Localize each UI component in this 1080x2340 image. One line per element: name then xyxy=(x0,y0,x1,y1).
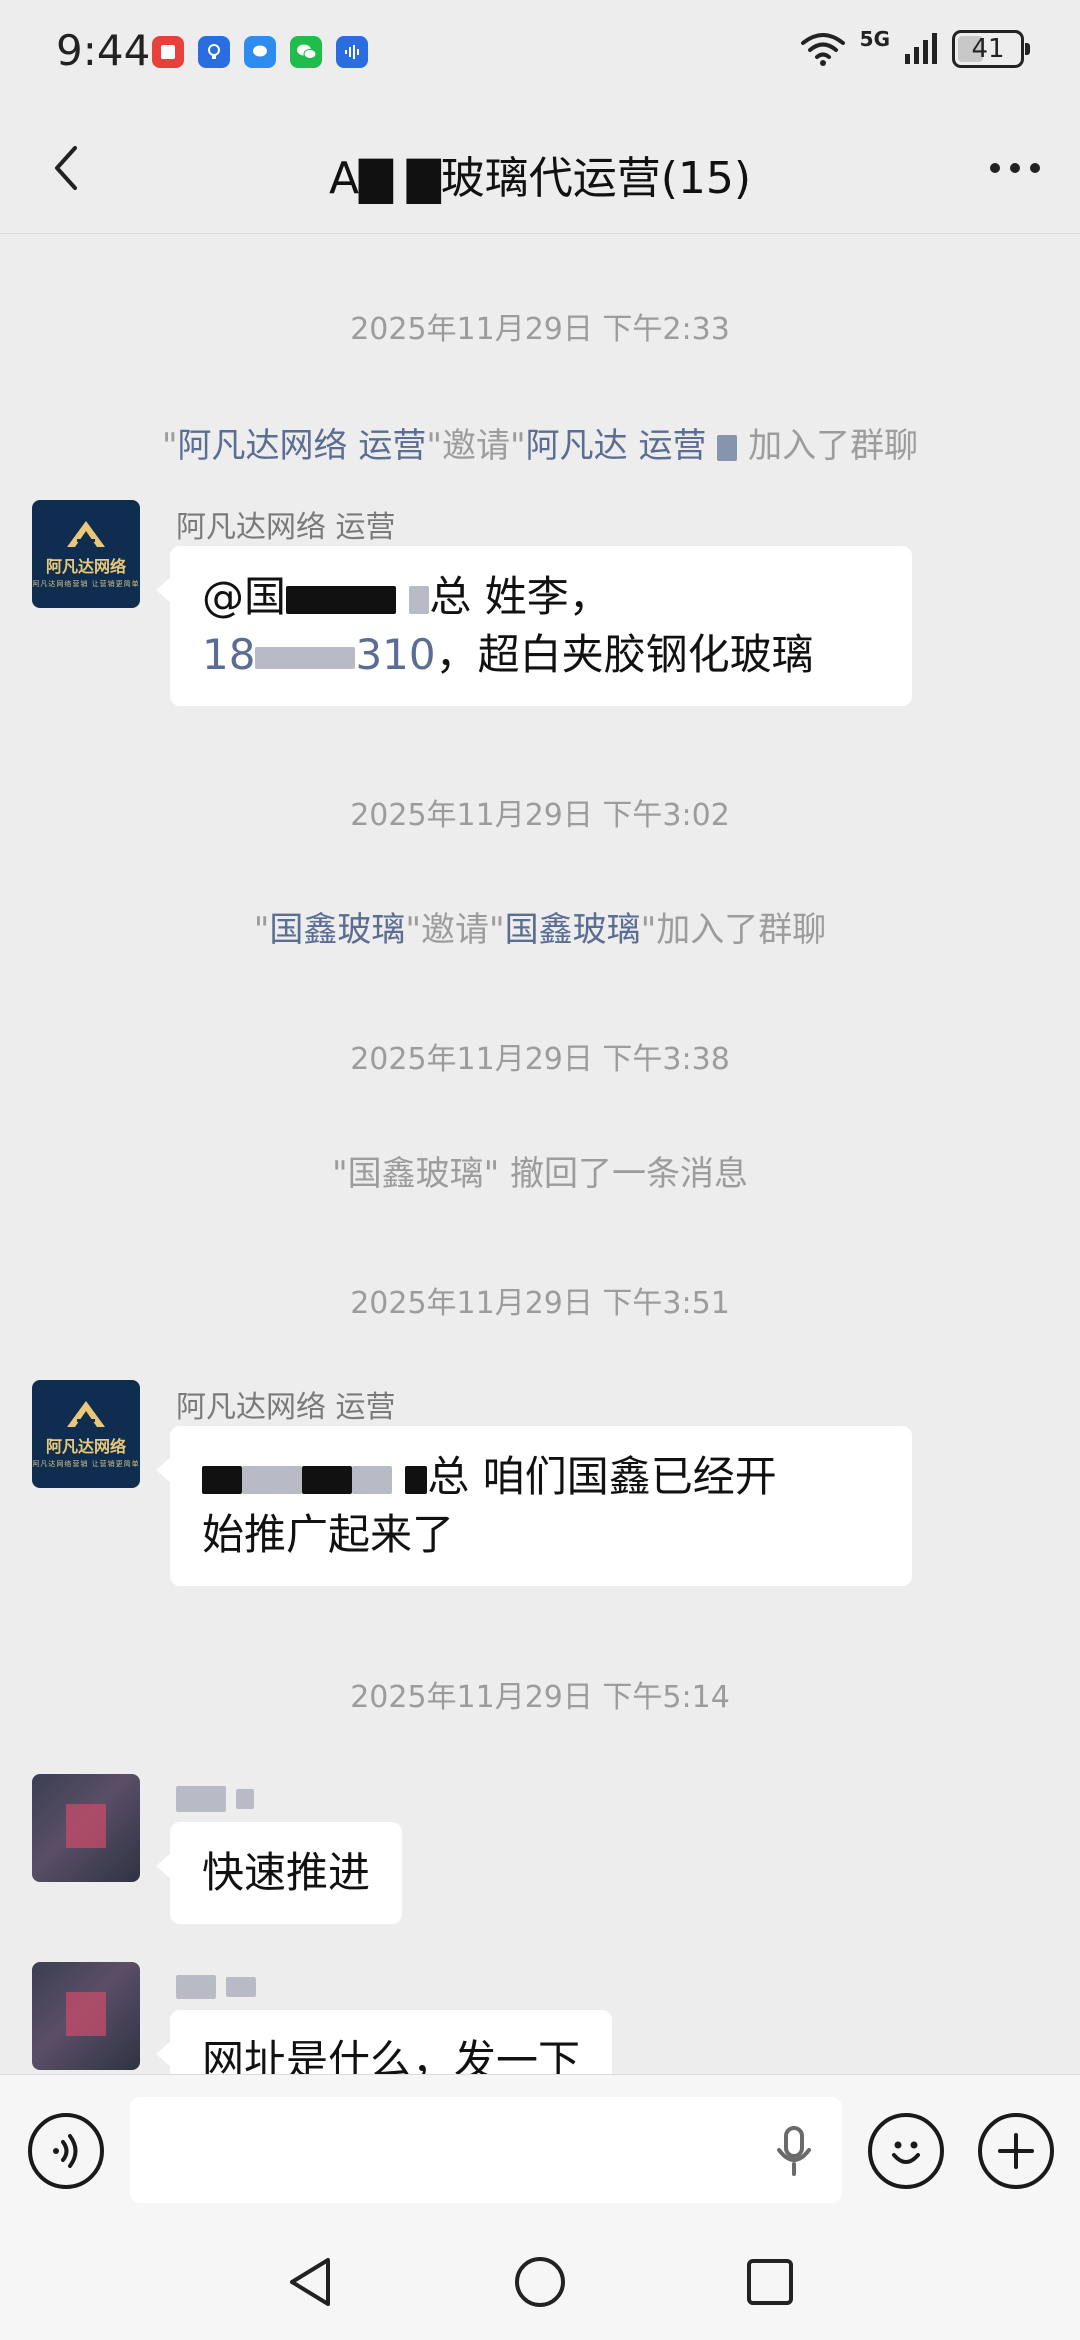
redacted-block xyxy=(405,1465,428,1494)
system-message: "国鑫玻璃" 撤回了一条消息 xyxy=(331,1154,749,1194)
avatar-brand-name: 阿凡达网络 xyxy=(45,557,126,576)
bulb-app-icon xyxy=(198,36,230,68)
redacted-block xyxy=(242,1465,302,1494)
redacted-block xyxy=(352,1465,392,1494)
phone-link[interactable]: 18 310 xyxy=(202,630,436,679)
status-indicators: 5G 41 xyxy=(800,27,1030,68)
avatar[interactable]: 阿凡达网络 阿凡达网络营销 让营销更简单 xyxy=(32,1380,140,1488)
signal-icon xyxy=(905,33,937,64)
message-line: 18 310，超白夹胶钢化玻璃 xyxy=(202,630,814,679)
avatar-brand-sub: 阿凡达网络营销 让营销更简单 xyxy=(32,580,140,588)
wechat-app-icon xyxy=(290,36,322,68)
nav-back-button[interactable] xyxy=(278,2250,342,2314)
battery-icon: 41 xyxy=(952,30,1030,68)
message-bubble[interactable]: @国 总 姓李， 18 310，超白夹胶钢化玻璃 xyxy=(156,546,912,706)
redacted-block xyxy=(176,1785,226,1812)
more-options-button[interactable] xyxy=(980,138,1050,198)
plus-icon xyxy=(998,2133,1034,2169)
wifi-icon xyxy=(800,33,845,66)
brand-logo-icon xyxy=(67,521,105,547)
redacted-block xyxy=(225,1976,256,1997)
avatar[interactable] xyxy=(32,1774,140,1882)
message-line: @国 总 姓李， xyxy=(202,572,611,621)
message-bubble[interactable]: 快速推进 xyxy=(155,1822,403,1924)
message-bubble[interactable]: 网址是什么，发一下 xyxy=(155,2010,613,2074)
system-target-link[interactable]: 阿凡达 运营 xyxy=(526,426,707,466)
sender-name: 阿凡达网络 运营 xyxy=(176,510,396,545)
microphone-icon xyxy=(777,2126,811,2176)
status-bar: 9:44 5G 41 xyxy=(0,0,1080,108)
chat-message-list[interactable]: 2025年11月29日 下午2:33 "阿凡达网络 运营"邀请"阿凡达 运营 加… xyxy=(0,234,1080,2074)
avatar-brand-sub: 阿凡达网络营销 让营销更简单 xyxy=(32,1460,140,1468)
brand-logo-icon xyxy=(67,1401,105,1427)
smiley-icon xyxy=(892,2141,920,2164)
timestamp: 2025年11月29日 下午5:14 xyxy=(350,1680,730,1715)
timestamp: 2025年11月29日 下午2:33 xyxy=(350,312,730,347)
system-navigation-bar xyxy=(0,2226,1080,2340)
redacted-block xyxy=(286,585,397,614)
nav-recents-button[interactable] xyxy=(738,2250,802,2314)
system-target-link[interactable]: 国鑫玻璃 xyxy=(505,910,641,950)
emoji-button[interactable] xyxy=(868,2113,944,2189)
voice-mode-button[interactable] xyxy=(28,2113,104,2189)
sender-name xyxy=(176,1968,256,2003)
timestamp: 2025年11月29日 下午3:02 xyxy=(350,798,730,833)
message-line: 始推广起来了 xyxy=(202,1510,455,1559)
system-message: "阿凡达网络 运营"邀请"阿凡达 运营 加入了群聊 xyxy=(161,426,919,466)
redacted-block xyxy=(235,1788,254,1809)
circle-home-icon xyxy=(515,2257,565,2307)
triangle-back-icon xyxy=(290,2258,330,2306)
sender-name: 阿凡达网络 运营 xyxy=(176,1390,396,1425)
avatar[interactable]: 阿凡达网络 阿凡达网络营销 让营销更简单 xyxy=(32,500,140,608)
system-actor-link[interactable]: 阿凡达网络 运营 xyxy=(178,426,427,466)
notification-icons xyxy=(152,36,368,68)
battery-level: 41 xyxy=(971,34,1005,64)
more-icon xyxy=(990,163,1040,173)
input-bar xyxy=(0,2074,1080,2226)
message-bubble[interactable]: 总 咱们国鑫已经开 始推广起来了 xyxy=(156,1426,912,1586)
timestamp: 2025年11月29日 下午3:38 xyxy=(350,1042,730,1077)
more-functions-button[interactable] xyxy=(978,2113,1054,2189)
redacted-block xyxy=(176,1974,216,1999)
status-time: 9:44 xyxy=(56,26,151,75)
system-actor-link[interactable]: 国鑫玻璃 xyxy=(269,910,405,950)
avatar[interactable] xyxy=(32,1962,140,2070)
chat-title: A▇ ▇玻璃代运营(15) xyxy=(328,153,752,204)
system-message: "国鑫玻璃"邀请"国鑫玻璃"加入了群聊 xyxy=(253,910,827,950)
square-recents-icon xyxy=(747,2259,793,2305)
network-label: 5G xyxy=(859,27,890,51)
nav-home-button[interactable] xyxy=(508,2250,572,2314)
timestamp: 2025年11月29日 下午3:51 xyxy=(350,1286,730,1321)
voice-app-icon xyxy=(336,36,368,68)
avatar-brand-name: 阿凡达网络 xyxy=(45,1437,126,1456)
redacted-block xyxy=(302,1465,352,1494)
voice-wave-icon xyxy=(53,2134,78,2168)
chat-header: A▇ ▇玻璃代运营(15) xyxy=(0,108,1080,234)
redacted-block xyxy=(255,646,356,669)
microphone-button[interactable] xyxy=(768,2125,820,2177)
red-book-app-icon xyxy=(152,36,184,68)
message-app-icon xyxy=(244,36,276,68)
message-input[interactable] xyxy=(130,2097,842,2203)
redacted-block xyxy=(717,434,738,461)
redacted-block xyxy=(409,585,430,614)
message-line: 总 咱们国鑫已经开 xyxy=(202,1448,880,1506)
sender-name xyxy=(176,1780,254,1815)
redacted-block xyxy=(202,1465,242,1494)
